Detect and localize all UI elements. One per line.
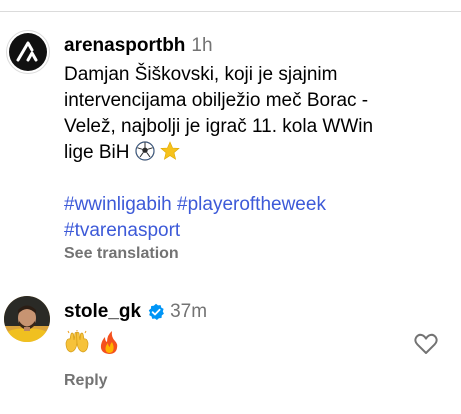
raising-hands-icon [65,330,89,353]
post-time[interactable]: 1h [191,35,212,56]
hashtag-link[interactable]: #playeroftheweek [177,194,326,215]
comment-username[interactable]: stole_gk [64,300,141,324]
post-username[interactable]: arenasportbh [64,35,185,56]
hashtag-link[interactable]: #tvarenasport [64,220,180,241]
arenasport-avatar[interactable] [6,30,50,74]
see-translation-button[interactable]: See translation [64,245,454,263]
caption-text: Damjan Šiškovski, koji je sjajnim interv… [64,64,374,163]
hashtag-link[interactable]: #wwinligabih [64,194,172,215]
reply-button[interactable]: Reply [64,372,108,390]
soccer-ball-icon [135,141,155,161]
fire-icon [100,331,118,354]
top-divider [0,0,461,12]
verified-badge-icon [147,303,165,321]
caption-text-block: Damjan Šiškovski, koji je sjajnim interv… [64,62,394,166]
comment-time[interactable]: 37m [170,300,207,324]
commenter-avatar[interactable] [4,296,50,342]
heart-icon[interactable] [412,330,440,358]
hashtags: #wwinligabih #playeroftheweek #tvarenasp… [64,192,454,244]
arenasport-logo-icon [9,33,47,71]
comment-text [64,330,404,356]
star-icon [160,141,180,161]
